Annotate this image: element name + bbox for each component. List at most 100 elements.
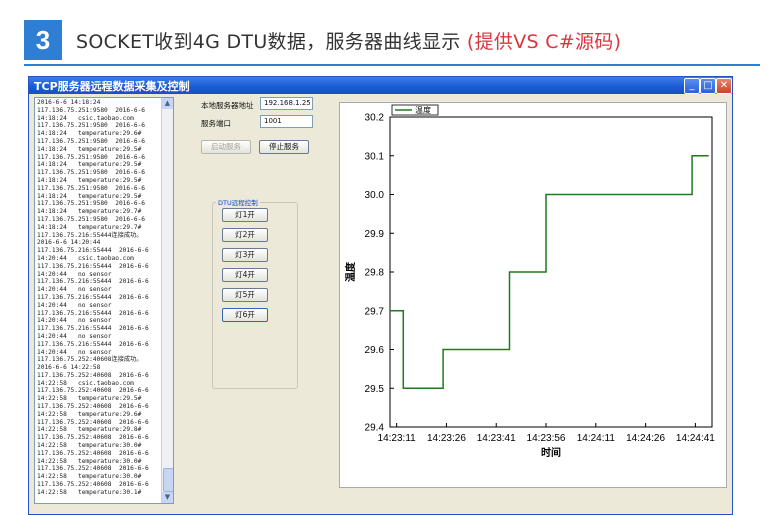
log-line: 117.136.75.216:55444连接成功。 [37,231,143,239]
temperature-chart: 29.4 29.5 29.6 29.7 29.8 29.9 30.0 30.1 30.2 14:2… [344,104,715,459]
log-line: 117.136.75.252:40608 2016-6-6 [37,371,149,379]
log-line: 117.136.75.252:40608 2016-6-6 [37,481,149,489]
log-line: 14:22:58 temperature:29.5# [37,395,142,403]
log-line: 117.136.75.251:9580 2016-6-6 [37,106,146,114]
log-line: 14:18:24 temperature:29.7# [37,223,142,231]
window-titlebar[interactable]: TCP服务器远程数据采集及控制 _ □ ✕ [29,77,732,94]
log-line: 117.136.75.252:40608 2016-6-6 [37,387,149,395]
log-line: 14:22:58 temperature:30.0# [37,457,142,465]
scroll-thumb[interactable] [163,468,173,492]
log-line: 14:18:24 temperature:29.7# [37,208,142,216]
y-axis-label: 温度 [344,261,357,282]
app-window: TCP服务器远程数据采集及控制 _ □ ✕ 2016-6-6 14:18:24 1… [28,76,733,515]
log-line: 117.136.75.252:40608 2016-6-6 [37,449,149,457]
legend-label: 温度 [415,105,431,115]
log-textbox[interactable]: 2016-6-6 14:18:24 117.136.75.251:9580 201… [34,97,174,504]
y-tick-label: 29.4 [365,423,385,434]
address-input[interactable]: 192.168.1.25 [260,97,313,110]
light4-on-button[interactable]: 灯4开 [222,268,268,282]
y-tick-label: 29.9 [365,229,385,240]
port-input[interactable]: 1001 [260,115,313,128]
section-title-accent: (提供VS C#源码) [466,31,622,53]
x-tick-label: 14:23:26 [427,433,466,444]
log-line: 14:20:44 no sensor [37,332,112,340]
log-line: 117.136.75.216:55444 2016-6-6 [37,309,149,317]
y-tick-label: 30.2 [365,113,385,124]
log-line: 117.136.75.251:9580 2016-6-6 [37,200,146,208]
window-title: TCP服务器远程数据采集及控制 [34,80,190,93]
log-line: 117.136.75.216:55444 2016-6-6 [37,340,149,348]
log-line: 117.136.75.252:40608 2016-6-6 [37,465,149,473]
log-line: 14:22:58 temperature:30.0# [37,442,142,450]
section-title-text: SOCKET收到4G DTU数据，服务器曲线显示 [76,31,461,53]
log-line: 117.136.75.251:9580 2016-6-6 [37,215,146,223]
y-tick-label: 30.1 [365,151,385,162]
log-line: 14:20:44 no sensor [37,317,112,325]
log-line: 117.136.75.216:55444 2016-6-6 [37,278,149,286]
log-scrollbar[interactable]: ▲ ▼ [161,98,173,503]
log-line: 14:18:24 csic.taobao.com [37,114,134,122]
light6-on-button[interactable]: 灯6开 [222,308,268,322]
log-line: 14:18:24 temperature:29.6# [37,130,142,138]
address-label: 本地服务器地址 [201,101,254,110]
log-line: 117.136.75.216:55444 2016-6-6 [37,262,149,270]
scroll-down-arrow-icon[interactable]: ▼ [162,492,173,503]
log-line: 2016-6-6 14:22:58 [37,364,101,372]
section-title: SOCKET收到4G DTU数据，服务器曲线显示 (提供VS C#源码) [76,27,621,54]
log-line: 14:20:44 no sensor [37,286,112,294]
y-tick-label: 30.0 [365,190,385,201]
log-line: 2016-6-6 14:18:24 [37,99,101,106]
x-tick-label: 14:24:26 [626,433,665,444]
y-tick-label: 29.8 [365,268,385,279]
log-text: 2016-6-6 14:18:24 117.136.75.251:9580 201… [37,99,161,497]
log-line: 14:22:58 temperature:30.1# [37,488,142,496]
x-tick-label: 14:23:11 [378,433,417,444]
log-line: 117.136.75.216:55444 2016-6-6 [37,247,149,255]
log-line: 117.136.75.252:40608连接成功。 [37,356,143,364]
log-line: 14:18:24 temperature:29.5# [37,145,142,153]
log-line: 117.136.75.251:9580 2016-6-6 [37,122,146,130]
light2-on-button[interactable]: 灯2开 [222,228,268,242]
stop-service-button[interactable]: 停止服务 [259,140,309,154]
log-line: 14:20:44 no sensor [37,270,112,278]
log-line: 117.136.75.251:9580 2016-6-6 [37,169,146,177]
log-line: 14:20:44 csic.taobao.com [37,254,134,262]
log-line: 117.136.75.251:9580 2016-6-6 [37,153,146,161]
log-line: 117.136.75.251:9580 2016-6-6 [37,184,146,192]
y-tick-label: 29.6 [365,345,385,356]
y-tick-label: 29.5 [365,384,385,395]
scroll-up-arrow-icon[interactable]: ▲ [162,98,173,109]
header-underline [24,64,760,66]
log-line: 117.136.75.216:55444 2016-6-6 [37,325,149,333]
x-tick-label: 14:23:56 [527,433,566,444]
x-tick-label: 14:23:41 [477,433,516,444]
light3-on-button[interactable]: 灯3开 [222,248,268,262]
port-label: 服务端口 [201,119,231,128]
log-line: 117.136.75.216:55444 2016-6-6 [37,293,149,301]
log-line: 117.136.75.251:9580 2016-6-6 [37,137,146,145]
close-button[interactable]: ✕ [716,78,732,94]
log-line: 117.136.75.252:40608 2016-6-6 [37,418,149,426]
log-line: 2016-6-6 14:20:44 [37,239,101,247]
log-line: 14:18:24 temperature:29.5# [37,192,142,200]
log-line: 14:18:24 temperature:29.5# [37,176,142,184]
y-tick-label: 29.7 [365,306,385,317]
temperature-chart-panel: 29.4 29.5 29.6 29.7 29.8 29.9 30.0 30.1 30.2 14:2… [339,102,727,488]
log-line: 117.136.75.252:40608 2016-6-6 [37,434,149,442]
x-tick-label: 14:24:41 [676,433,715,444]
log-line: 14:20:44 no sensor [37,301,112,309]
log-line: 14:18:24 temperature:29.5# [37,161,142,169]
x-axis-label: 时间 [541,446,561,459]
light5-on-button[interactable]: 灯5开 [222,288,268,302]
start-service-button[interactable]: 启动服务 [201,140,251,154]
log-line: 14:22:58 temperature:30.0# [37,473,142,481]
dtu-group-title: DTU远程控制 [216,197,260,207]
log-line: 14:22:58 temperature:29.6# [37,410,142,418]
log-line: 14:22:58 csic.taobao.com [37,379,134,387]
minimize-button[interactable]: _ [684,78,700,94]
log-line: 14:22:58 temperature:29.8# [37,426,142,434]
maximize-button[interactable]: □ [700,78,716,94]
section-number-badge: 3 [24,20,62,60]
light1-on-button[interactable]: 灯1开 [222,208,268,222]
x-tick-label: 14:24:11 [577,433,616,444]
